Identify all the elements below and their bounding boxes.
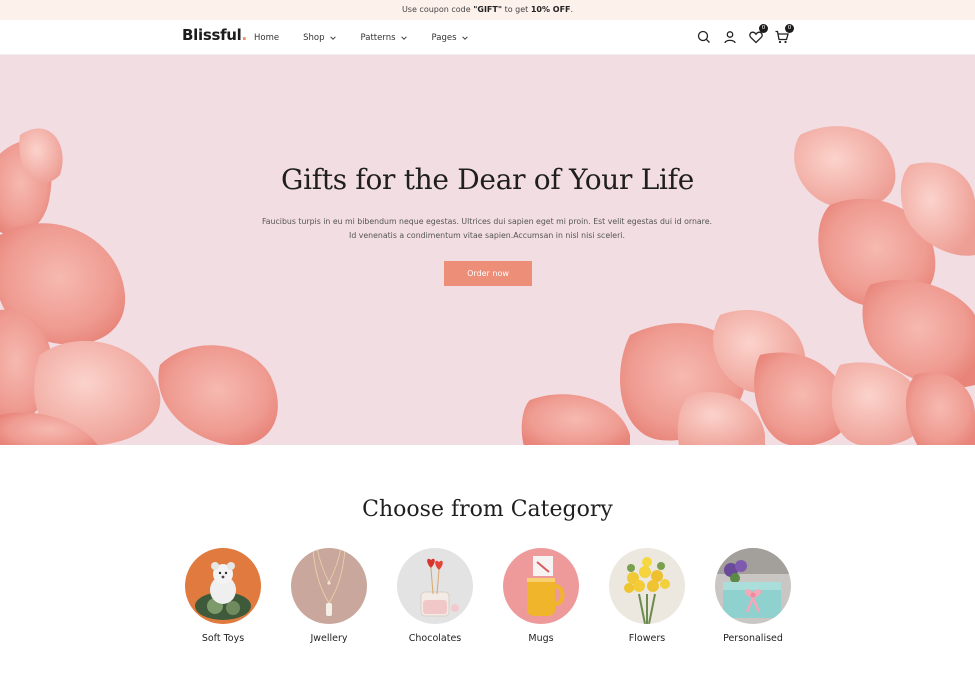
logo[interactable]: Blissful. (182, 26, 247, 44)
hero-description-line1: Faucibus turpis in eu mi bibendum neque … (262, 217, 712, 226)
chevron-down-icon (329, 35, 336, 40)
announcement-prefix: Use coupon code (401, 5, 474, 14)
category-label: Chocolates (408, 633, 462, 644)
offer-text: 10% OFF (530, 5, 571, 14)
nav-shop[interactable]: Shop (303, 33, 336, 43)
site-header: Blissful. Home Shop Patterns Pages 0 0 (0, 20, 975, 55)
search-button[interactable] (696, 29, 712, 45)
nav-shop-label: Shop (303, 32, 325, 43)
logo-text: Blissful (182, 26, 242, 44)
coupon-code: "GIFT" (473, 5, 503, 14)
announcement-middle: to get (502, 5, 531, 14)
personalised-image (715, 548, 791, 624)
category-label: Jwellery (310, 633, 348, 644)
hero-description: Faucibus turpis in eu mi bibendum neque … (262, 215, 712, 243)
nav-pages-label: Pages (431, 32, 457, 43)
category-soft-toys[interactable]: Soft Toys (184, 548, 262, 644)
order-now-button[interactable]: Order now (444, 261, 532, 286)
nav-home[interactable]: Home (254, 33, 279, 43)
wishlist-button[interactable]: 0 (748, 24, 768, 45)
soft-toys-image (185, 548, 261, 624)
user-icon (724, 31, 736, 44)
nav-patterns-label: Patterns (360, 32, 396, 43)
category-personalised[interactable]: Personalised (714, 548, 792, 644)
search-icon (697, 30, 710, 43)
main-nav: Home Shop Patterns Pages (254, 20, 493, 55)
category-label: Soft Toys (201, 633, 245, 644)
category-section-title: Choose from Category (362, 497, 613, 522)
chevron-down-icon (400, 35, 407, 40)
category-label: Flowers (628, 633, 666, 644)
hero-description-line2: Id venenatis a condimentum vitae sapien.… (349, 231, 625, 240)
hero-banner: Gifts for the Dear of Your Life Faucibus… (0, 55, 975, 445)
announcement-bar: Use coupon code "GIFT" to get 10% OFF. (0, 0, 975, 20)
category-jwellery[interactable]: Jwellery (290, 548, 368, 644)
chocolates-image (397, 548, 473, 624)
category-flowers[interactable]: Flowers (608, 548, 686, 644)
chevron-down-icon (461, 35, 468, 40)
header-icons: 0 0 (696, 24, 794, 45)
category-mugs[interactable]: Mugs (502, 548, 580, 644)
account-button[interactable] (722, 29, 738, 45)
logo-dot: . (241, 26, 248, 44)
rose-petals-image (0, 126, 975, 445)
cart-count-badge: 0 (785, 24, 794, 33)
nav-home-label: Home (254, 32, 280, 43)
category-list: Soft Toys Jwellery Chocolates Mugs Flowe… (184, 548, 794, 658)
jwellery-image (291, 548, 367, 624)
announcement-suffix: . (570, 5, 574, 14)
cart-button[interactable]: 0 (774, 24, 794, 45)
nav-patterns[interactable]: Patterns (361, 33, 408, 43)
nav-pages[interactable]: Pages (432, 33, 469, 43)
hero-title: Gifts for the Dear of Your Life (281, 163, 694, 196)
mugs-image (503, 548, 579, 624)
category-chocolates[interactable]: Chocolates (396, 548, 474, 644)
category-label: Personalised (723, 633, 783, 644)
category-label: Mugs (528, 633, 554, 644)
flowers-image (609, 548, 685, 624)
wishlist-count-badge: 0 (759, 24, 768, 33)
